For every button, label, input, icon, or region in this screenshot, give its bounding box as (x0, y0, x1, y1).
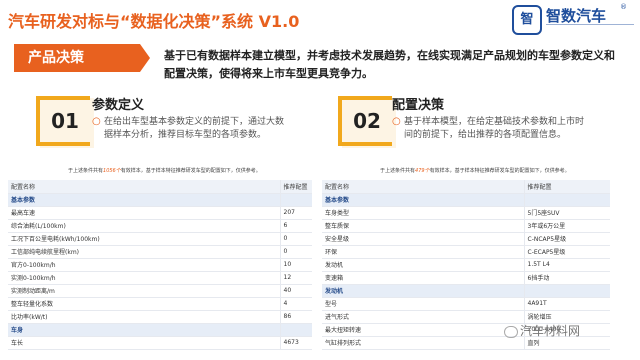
logo-mark-icon: 智 (512, 5, 542, 35)
table-row: 实测0-100km/h 12 (8, 271, 312, 285)
banner-arrow (140, 44, 150, 72)
config-value-cell: 6 (279, 219, 312, 233)
config-name-cell: 车身 (8, 323, 280, 337)
table-row: 实测制动距离/m 40 (8, 284, 312, 298)
config-name-cell: 进气形式 (322, 310, 524, 324)
config-value-cell: 86 (279, 310, 312, 324)
config-name-cell: 安全星级 (322, 232, 524, 246)
left-config-table: 配置名称 推荐配置 基本参数 最高车速 207 综合油耗(L/100km) 6 工况下百公里电… (8, 180, 312, 350)
watermark: 汽车材料网 (504, 322, 580, 339)
config-name-cell: 车长 (8, 336, 280, 350)
table-group-row: 基本参数 (322, 193, 610, 207)
bullet-icon: ○ (92, 116, 101, 127)
config-name-cell: 基本参数 (8, 193, 280, 207)
section-desc-param: 在给出车型基本参数定义的前提下，通过大数据样本分析，推荐目标车型的各项参数。 (104, 117, 285, 140)
config-name-cell: 气缸排列形式 (322, 336, 524, 350)
config-name-cell: 官方0-100km/h (8, 258, 280, 272)
column-header-name: 配置名称 (322, 180, 524, 194)
config-value-cell: C-ECAP5星级 (523, 245, 610, 259)
logo-registered-mark: ® (620, 3, 627, 11)
config-name-cell: 车身类型 (322, 206, 524, 220)
page-title: 汽车研发对标与“数据化决策”系统 V1.0 (8, 12, 300, 31)
column-header-value: 推荐配置 (279, 180, 312, 194)
config-name-cell: 工况下百公里电耗(kWh/100km) (8, 232, 280, 246)
config-name-cell: 综合油耗(L/100km) (8, 219, 280, 233)
config-name-cell: 最大扭矩转速 (322, 323, 524, 337)
config-name-cell: 型号 (322, 297, 524, 311)
config-name-cell: 发动机 (322, 258, 524, 272)
config-value-cell: 5门5座SUV (523, 206, 610, 220)
config-name-cell: 基本参数 (322, 193, 524, 207)
config-name-cell: 工信部纯电续航里程(km) (8, 245, 280, 259)
config-value-cell (279, 193, 312, 207)
table-row: 发动机 1.5T L4 (322, 258, 610, 272)
config-value-cell: 207 (279, 206, 312, 220)
table-row: 车身类型 5门5座SUV (322, 206, 610, 220)
config-value-cell: 1.5T L4 (523, 258, 610, 272)
config-value-cell: 6挡手动 (523, 271, 610, 285)
section-banner: 产品决策 (14, 44, 140, 72)
table-row: 官方0-100km/h 10 (8, 258, 312, 272)
config-value-cell: 4673 (279, 336, 312, 350)
config-value-cell (279, 323, 312, 337)
config-value-cell: 12 (279, 271, 312, 285)
table-row: 工信部纯电续航里程(km) 0 (8, 245, 312, 259)
table-group-row: 车身 (8, 323, 312, 337)
right-table-caption: 于上述条件共有479个有效样本，基于样本特征推荐研发车型的配置如下，仅供参考。 (380, 168, 570, 174)
intro-text: 基于已有数据样本建立模型，并考虑技术发展趋势，在线实现满足产品规划的车型参数定义… (164, 49, 615, 80)
logo-name: 智数汽车 (546, 7, 607, 25)
config-value-cell (523, 284, 610, 298)
table-group-row: 发动机 (322, 284, 610, 298)
brand-logo: 智 智数汽车 ® (512, 3, 636, 41)
table-row: 工况下百公里电耗(kWh/100km) 0 (8, 232, 312, 246)
table-row: 安全星级 C-NCAP5星级 (322, 232, 610, 246)
section-title-config: 配置决策 (392, 98, 445, 113)
config-value-cell: 3年或6万公里 (523, 219, 610, 233)
section-desc-config: 基于样本模型，在给定基础技术参数和上市时间的前提下，给出推荐的各项配置信息。 (404, 117, 585, 140)
table-row: 最高车速 207 (8, 206, 312, 220)
config-name-cell: 变速箱 (322, 271, 524, 285)
bullet-icon: ○ (392, 116, 401, 127)
table-header-row: 配置名称 推荐配置 (8, 180, 312, 194)
logo-underline (546, 24, 634, 30)
config-name-cell: 整车质保 (322, 219, 524, 233)
wechat-icon (504, 325, 518, 338)
table-row: 比功率(kW/t) 86 (8, 310, 312, 324)
table-row: 变速箱 6挡手动 (322, 271, 610, 285)
config-name-cell: 实测制动距离/m (8, 284, 280, 298)
config-value-cell: 0 (279, 232, 312, 246)
config-name-cell: 环保 (322, 245, 524, 259)
left-sample-count: 1056个 (103, 168, 121, 174)
section-number-02: 02 (338, 96, 392, 146)
config-value-cell: 40 (279, 284, 312, 298)
config-name-cell: 实测0-100km/h (8, 271, 280, 285)
config-name-cell: 整车轻量化系数 (8, 297, 280, 311)
config-value-cell: 10 (279, 258, 312, 272)
section-title-param: 参数定义 (92, 98, 145, 113)
table-header-row: 配置名称 推荐配置 (322, 180, 610, 194)
config-name-cell: 比功率(kW/t) (8, 310, 280, 324)
left-table-caption: 于上述条件共有1056个有效样本，基于样本特征推荐研发车型的配置如下，仅供参考。 (68, 168, 261, 174)
table-row: 环保 C-ECAP5星级 (322, 245, 610, 259)
config-value-cell: C-NCAP5星级 (523, 232, 610, 246)
config-value-cell: 4A91T (523, 297, 610, 311)
table-row: 综合油耗(L/100km) 6 (8, 219, 312, 233)
table-group-row: 基本参数 (8, 193, 312, 207)
table-row: 整车轻量化系数 4 (8, 297, 312, 311)
config-value-cell: 4 (279, 297, 312, 311)
config-name-cell: 最高车速 (8, 206, 280, 220)
table-row: 车长 4673 (8, 336, 312, 350)
config-value-cell: 0 (279, 245, 312, 259)
table-row: 整车质保 3年或6万公里 (322, 219, 610, 233)
config-value-cell (523, 193, 610, 207)
column-header-value: 推荐配置 (523, 180, 610, 194)
right-sample-count: 479个 (415, 168, 430, 174)
section-number-01: 01 (36, 96, 90, 146)
column-header-name: 配置名称 (8, 180, 280, 194)
table-row: 型号 4A91T (322, 297, 610, 311)
config-name-cell: 发动机 (322, 284, 524, 298)
